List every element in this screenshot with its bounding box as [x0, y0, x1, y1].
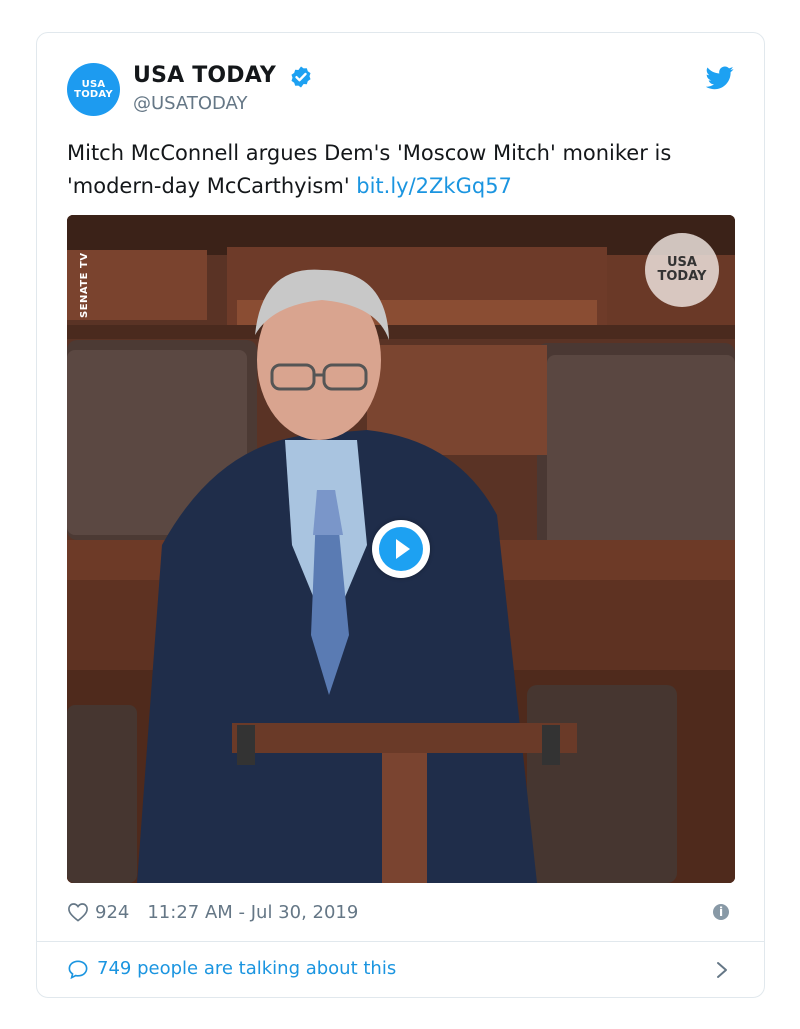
display-name[interactable]: USA TODAY [133, 63, 276, 88]
verified-badge-icon [291, 66, 311, 88]
conversation-text: 749 people are talking about this [97, 958, 397, 979]
play-icon [379, 527, 423, 571]
heart-icon[interactable] [67, 902, 89, 922]
avatar-text-line2: TODAY [74, 88, 113, 100]
senate-tv-label: SENATE TV [79, 252, 90, 318]
tweet-text: Mitch McConnell argues Dem's 'Moscow Mit… [67, 137, 747, 203]
tweet-link[interactable]: bit.ly/2ZkGq57 [356, 174, 512, 198]
chevron-right-icon[interactable] [715, 960, 729, 980]
twitter-bird-icon[interactable] [706, 66, 734, 90]
user-handle[interactable]: @USATODAY [133, 93, 247, 114]
speech-bubble-icon [68, 959, 88, 979]
tweet-card: USA TODAY USA TODAY @USATODAY Mitch McCo… [36, 32, 765, 998]
info-icon[interactable]: i [713, 904, 729, 920]
video-media[interactable]: SENATE TV USA TODAY [67, 215, 735, 883]
like-count[interactable]: 924 [95, 902, 129, 923]
divider [37, 941, 764, 942]
conversation-link[interactable]: 749 people are talking about this [67, 958, 396, 979]
tweet-meta: 924 11:27 AM - Jul 30, 2019 [67, 901, 358, 923]
play-button[interactable] [372, 520, 430, 578]
usa-today-watermark: USA TODAY [645, 233, 719, 307]
avatar[interactable]: USA TODAY [67, 63, 120, 116]
watermark-line2: TODAY [657, 269, 707, 284]
timestamp[interactable]: 11:27 AM - Jul 30, 2019 [147, 902, 358, 923]
watermark-line1: USA [667, 255, 697, 270]
avatar-text-line1: USA [81, 78, 106, 90]
